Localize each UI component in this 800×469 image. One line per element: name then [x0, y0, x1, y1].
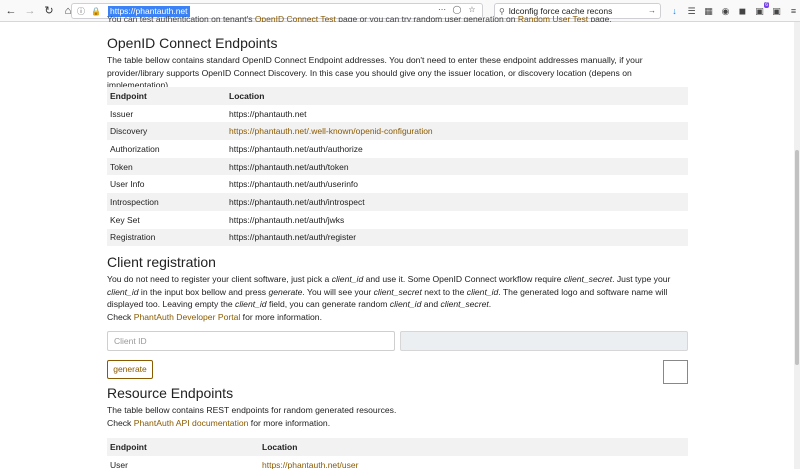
em-text: client_secret [563, 274, 613, 284]
text: The table bellow contains REST endpoints… [107, 405, 397, 415]
scrollbar-thumb[interactable] [795, 150, 799, 365]
endpoint-name: Authorization [110, 143, 160, 154]
table-header-row: Endpoint Location [107, 438, 688, 456]
em-text: client_id [107, 286, 139, 297]
api-docs-link[interactable]: PhantAuth API documentation [134, 418, 249, 428]
top-cut-post: page. [588, 14, 612, 22]
client-id-input[interactable]: Client ID [107, 331, 395, 351]
text: field, you can generate random [266, 299, 390, 309]
text: next to the [421, 286, 467, 297]
oidc-title: OpenID Connect Endpoints [107, 35, 278, 51]
header-endpoint: Endpoint [110, 90, 147, 101]
text: . [488, 299, 492, 309]
text: Check [107, 311, 134, 322]
container-icon[interactable]: ◼ [736, 3, 749, 19]
endpoint-name: Discovery [110, 126, 148, 137]
discovery-link[interactable]: https://phantauth.net/.well-known/openid… [226, 122, 688, 140]
extension-icon[interactable]: ▣ 6 [753, 2, 769, 19]
em-text: client_id [235, 299, 267, 309]
menu-icon[interactable]: ≡ [787, 3, 800, 19]
sidebar-icon[interactable]: ▦ [702, 3, 715, 19]
download-icon[interactable]: ↓ [668, 3, 681, 19]
top-cut-mid: page or you can try random user generati… [335, 14, 518, 22]
resource-description: The table bellow contains REST endpoints… [107, 404, 692, 429]
info-icon[interactable]: ⓘ [75, 5, 87, 17]
header-location: Location [229, 90, 265, 101]
text: for more information. [248, 417, 331, 428]
generate-button[interactable]: generate [107, 360, 153, 379]
text: . You will see your [302, 286, 374, 297]
table-row: User https://phantauth.net/user [107, 455, 688, 469]
client-title: Client registration [107, 254, 216, 270]
endpoint-location: https://phantauth.net/auth/authorize [229, 143, 363, 154]
em-text: client_secret [440, 299, 489, 309]
endpoint-location: https://phantauth.net/auth/introspect [229, 196, 365, 207]
endpoint-location: https://phantauth.net/auth/userinfo [229, 179, 359, 190]
developer-portal-link[interactable]: PhantAuth Developer Portal [134, 312, 241, 322]
table-row: Token https://phantauth.net/auth/token [107, 157, 688, 176]
endpoint-location: https://phantauth.net/auth/register [229, 232, 357, 243]
text: for more information. [240, 311, 322, 322]
em-text: client_id [389, 299, 422, 309]
table-header-row: Endpoint Location [107, 87, 688, 105]
endpoint-location: https://phantauth.net/auth/token [229, 161, 349, 172]
text: and [421, 299, 441, 309]
text: in the input box bellow and press [138, 286, 269, 297]
extension-badge: 6 [764, 2, 769, 8]
endpoint-name: Issuer [110, 108, 134, 119]
endpoint-name: Introspection [110, 196, 159, 207]
client-description: You do not need to register your client … [107, 273, 692, 323]
extension2-icon[interactable]: ▣ [770, 3, 783, 19]
resource-table: Endpoint Location User https://phantauth… [107, 438, 688, 469]
endpoint-name: Token [110, 161, 133, 172]
em-text: client_id [466, 286, 499, 297]
text: and use it. Some OpenID Connect workflow… [363, 274, 564, 284]
oidc-description: The table bellow contains standard OpenI… [107, 55, 643, 90]
em-text: client_secret [373, 286, 422, 297]
table-row: User Info https://phantauth.net/auth/use… [107, 175, 688, 194]
library-icon[interactable]: ☰ [685, 3, 698, 19]
endpoint-name: Registration [110, 232, 156, 243]
forward-icon[interactable]: → [22, 3, 38, 19]
resource-title: Resource Endpoints [107, 385, 234, 401]
oidc-table: Endpoint Location Issuer https://phantau… [107, 87, 688, 247]
header-endpoint: Endpoint [110, 441, 147, 452]
lock-icon[interactable]: 🔒 [90, 5, 102, 17]
table-row: Introspection https://phantauth.net/auth… [107, 193, 688, 211]
endpoint-name: Key Set [110, 214, 140, 225]
client-secret-field [400, 331, 688, 351]
client-logo [663, 360, 688, 384]
table-row: Registration https://phantauth.net/auth/… [107, 228, 688, 247]
openid-test-link[interactable]: OpenID Connect Test [255, 14, 336, 22]
endpoint-name: User [110, 459, 128, 469]
more-icon[interactable]: ⋯ [436, 5, 448, 14]
endpoint-location: https://phantauth.net [229, 108, 307, 119]
table-row: Discovery https://phantauth.net/.well-kn… [107, 122, 688, 141]
endpoint-name: User Info [110, 179, 145, 190]
back-icon[interactable]: ← [3, 3, 19, 19]
random-user-test-link[interactable]: Random User Test [518, 14, 588, 22]
reload-icon[interactable]: ↻ [41, 3, 57, 19]
top-cut-pre: You can test authentication on tenant's [107, 14, 255, 22]
go-arrow-icon[interactable]: → [648, 6, 656, 15]
text: You do not need to register your client … [107, 274, 332, 284]
scrollbar[interactable] [794, 22, 800, 469]
em-text: generate [268, 286, 303, 297]
em-text: client_id [331, 274, 364, 284]
table-row: Authorization https://phantauth.net/auth… [107, 140, 688, 158]
table-row: Key Set https://phantauth.net/auth/jwks [107, 210, 688, 229]
text: Check [107, 417, 134, 428]
user-endpoint-link[interactable]: https://phantauth.net/user [259, 456, 688, 469]
table-row: Issuer https://phantauth.net [107, 104, 688, 123]
header-location: Location [262, 441, 298, 452]
star-icon[interactable]: ☆ [466, 5, 478, 14]
endpoint-location: https://phantauth.net/auth/jwks [229, 214, 345, 225]
text: . Just type your [612, 274, 671, 284]
top-cut-text: You can test authentication on tenant's … [107, 14, 612, 22]
pocket-icon[interactable]: ◯ [451, 5, 463, 14]
reader-icon[interactable]: ◉ [719, 3, 732, 19]
